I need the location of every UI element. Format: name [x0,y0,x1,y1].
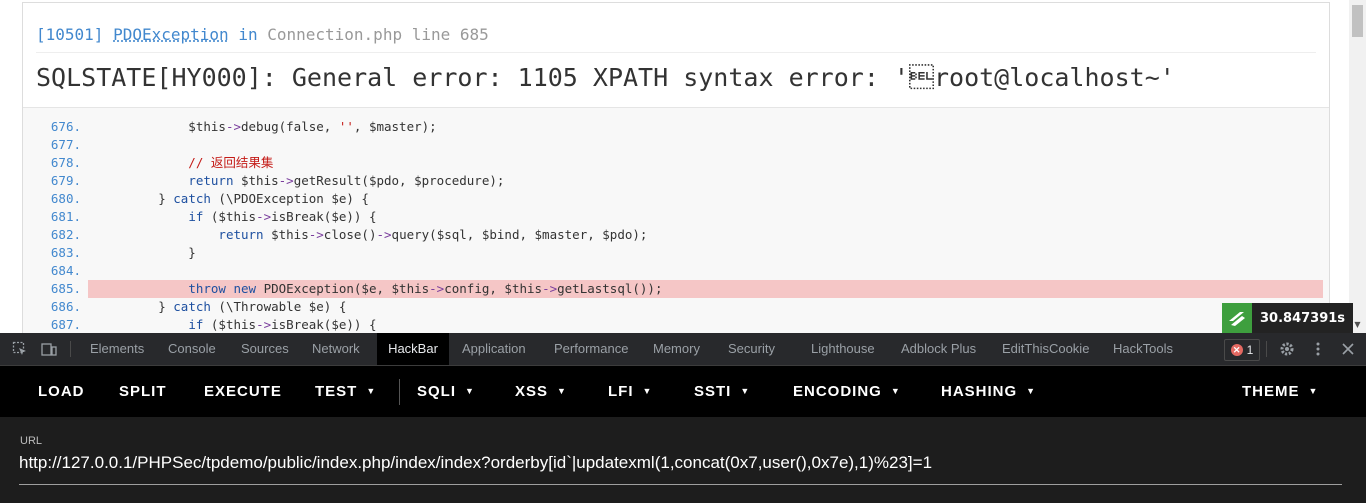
line-number: 686. [50,299,81,314]
exception-class-link[interactable]: PDOException [113,25,229,44]
dropdown-caret-icon: ▼ [366,386,377,396]
tab-lighthouse[interactable]: Lighthouse [811,333,875,365]
split-button[interactable]: SPLIT [119,366,167,417]
theme-menu-button[interactable]: THEME ▼ [1242,366,1318,417]
line-number: 687. [50,317,81,332]
source-code-box: 676. $this->debug(false, '', $master); 67… [23,107,1329,333]
source-line: 679. return $this->getResult($pdo, $proc… [23,172,1329,190]
page-scrollbar[interactable]: ▼ [1349,0,1366,333]
dropdown-caret-icon: ▼ [890,386,901,396]
url-underline [19,484,1342,485]
hackbar-separator [399,379,400,405]
tab-adblock-plus[interactable]: Adblock Plus [901,333,976,365]
source-line: 687. if ($this->isBreak($e)) { [23,316,1329,333]
devtools-tabbar: Elements Console Sources Network HackBar… [0,333,1366,366]
source-line: 676. $this->debug(false, '', $master); [23,118,1329,136]
dropdown-caret-icon: ▼ [1026,386,1037,396]
error-icon: ✕ [1230,344,1243,356]
source-line: 681. if ($this->isBreak($e)) { [23,208,1329,226]
execute-button[interactable]: EXECUTE [204,366,282,417]
source-line: 680. } catch (\PDOException $e) { [23,190,1329,208]
line-number: 678. [50,155,81,170]
tab-editthiscookie[interactable]: EditThisCookie [1002,333,1089,365]
dropdown-caret-icon: ▼ [740,386,751,396]
tab-hacktools[interactable]: HackTools [1113,333,1173,365]
load-button[interactable]: LOAD [38,366,85,417]
line-number: 682. [50,227,81,242]
source-line: 683. } [23,244,1329,262]
line-number: 676. [50,119,81,134]
line-number: 679. [50,173,81,188]
toolbar-separator [1266,341,1267,357]
line-number: 680. [50,191,81,206]
file-location: Connection.php line 685 [267,25,489,44]
error-count: 1 [1246,343,1254,357]
tab-application[interactable]: Application [462,333,526,365]
header-divider [36,52,1316,53]
url-field-container: URL http://127.0.0.1/PHPSec/tpdemo/publi… [0,417,1366,503]
tab-sources[interactable]: Sources [241,333,289,365]
in-text: in [238,25,258,44]
line-code: if ($this->isBreak($e)) { [188,317,377,332]
test-menu-button[interactable]: TEST ▼ [315,366,376,417]
source-line: 684. [23,262,1329,280]
device-toolbar-icon[interactable] [40,340,58,358]
tab-security[interactable]: Security [728,333,775,365]
dropdown-caret-icon: ▼ [1308,386,1319,396]
source-line: 677. [23,136,1329,154]
exception-card: [10501] PDOException in Connection.php l… [22,2,1330,333]
more-options-icon[interactable] [1308,339,1328,359]
tab-hackbar[interactable]: HackBar [377,333,449,365]
source-line: 682. return $this->close()->query($sql, … [23,226,1329,244]
scrollbar-thumb[interactable] [1352,5,1363,37]
xss-menu-button[interactable]: XSS ▼ [515,366,567,417]
console-error-badge[interactable]: ✕ 1 [1224,339,1260,361]
lfi-menu-button[interactable]: LFI ▼ [608,366,652,417]
source-line: 686. } catch (\Throwable $e) { [23,298,1329,316]
ssti-menu-button[interactable]: SSTI ▼ [694,366,750,417]
close-devtools-icon[interactable] [1338,339,1358,359]
hashing-menu-button[interactable]: HASHING ▼ [941,366,1036,417]
line-code: } [98,245,196,260]
thinkphp-trace-logo-icon[interactable] [1222,303,1252,333]
line-code: throw new PDOException($e, $this->config… [88,280,1323,298]
exception-header: [10501] PDOException in Connection.php l… [36,25,489,44]
dropdown-caret-icon: ▼ [465,386,475,396]
encoding-menu-button[interactable]: ENCODING ▼ [793,366,901,417]
sqli-menu-button[interactable]: SQLI ▼ [417,366,475,417]
line-code: return $this->getResult($pdo, $procedure… [188,173,505,188]
line-code: } catch (\Throwable $e) { [98,299,347,314]
source-line: 678. // 返回结果集 [23,154,1329,172]
devtools-panel: Elements Console Sources Network HackBar… [0,333,1366,503]
settings-gear-icon[interactable] [1277,339,1297,359]
line-code: } catch (\PDOException $e) { [98,191,369,206]
line-code: $this->debug(false, '', $master); [98,119,437,134]
tab-network[interactable]: Network [312,333,360,365]
error-page: [10501] PDOException in Connection.php l… [0,0,1366,333]
dropdown-caret-icon: ▼ [642,386,653,396]
tab-memory[interactable]: Memory [653,333,700,365]
line-number: 683. [50,245,81,260]
line-number: 684. [50,263,81,278]
hackbar-toolbar: LOAD SPLIT EXECUTE TEST ▼ SQLI ▼ XSS ▼ LFI ▼… [0,366,1366,417]
line-number: 685. [50,281,81,296]
inspect-element-icon[interactable] [11,340,29,358]
tab-performance[interactable]: Performance [554,333,628,365]
execution-time: 30.847391s [1260,310,1346,326]
line-code: return $this->close()->query($sql, $bind… [218,227,648,242]
line-code: // 返回结果集 [98,155,274,170]
toolbar-separator [70,341,71,357]
line-number: 681. [50,209,81,224]
trace-timer-widget[interactable]: 30.847391s [1222,303,1354,333]
tab-elements[interactable]: Elements [90,333,144,365]
error-code: [10501] [36,25,104,44]
tab-console[interactable]: Console [168,333,216,365]
line-code: if ($this->isBreak($e)) { [188,209,377,224]
dropdown-caret-icon: ▼ [557,386,567,396]
line-number: 677. [50,137,81,152]
url-input[interactable]: http://127.0.0.1/PHPSec/tpdemo/public/in… [19,453,932,473]
source-line-highlighted: 685. throw new PDOException($e, $this->c… [23,280,1329,298]
error-message: SQLSTATE[HY000]: General error: 1105 XPA… [36,63,1175,92]
url-label: URL [20,435,43,447]
